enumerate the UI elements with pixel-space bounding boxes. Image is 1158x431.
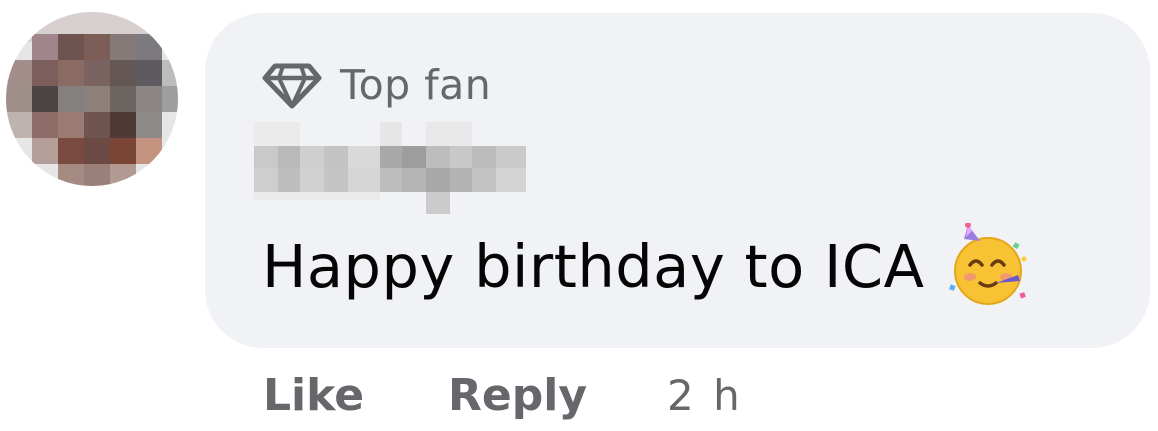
badge-label: Top fan xyxy=(340,61,492,109)
redacted-name-pixels xyxy=(254,122,526,214)
top-fan-badge[interactable]: Top fan xyxy=(262,58,491,112)
comment-text: Happy birthday to ICA xyxy=(262,231,925,301)
comment-body: Happy birthday to ICA xyxy=(262,223,1032,306)
avatar-pixelated-image xyxy=(6,12,178,186)
partying-face-emoji xyxy=(949,223,1027,305)
reply-button[interactable]: Reply xyxy=(448,370,587,421)
author-name-redacted[interactable] xyxy=(254,122,530,214)
diamond-icon xyxy=(262,63,322,109)
timestamp[interactable]: 2 h xyxy=(667,371,743,420)
like-button[interactable]: Like xyxy=(263,370,364,421)
comment-actions: Like Reply 2 h xyxy=(263,360,743,430)
avatar[interactable] xyxy=(6,12,178,186)
